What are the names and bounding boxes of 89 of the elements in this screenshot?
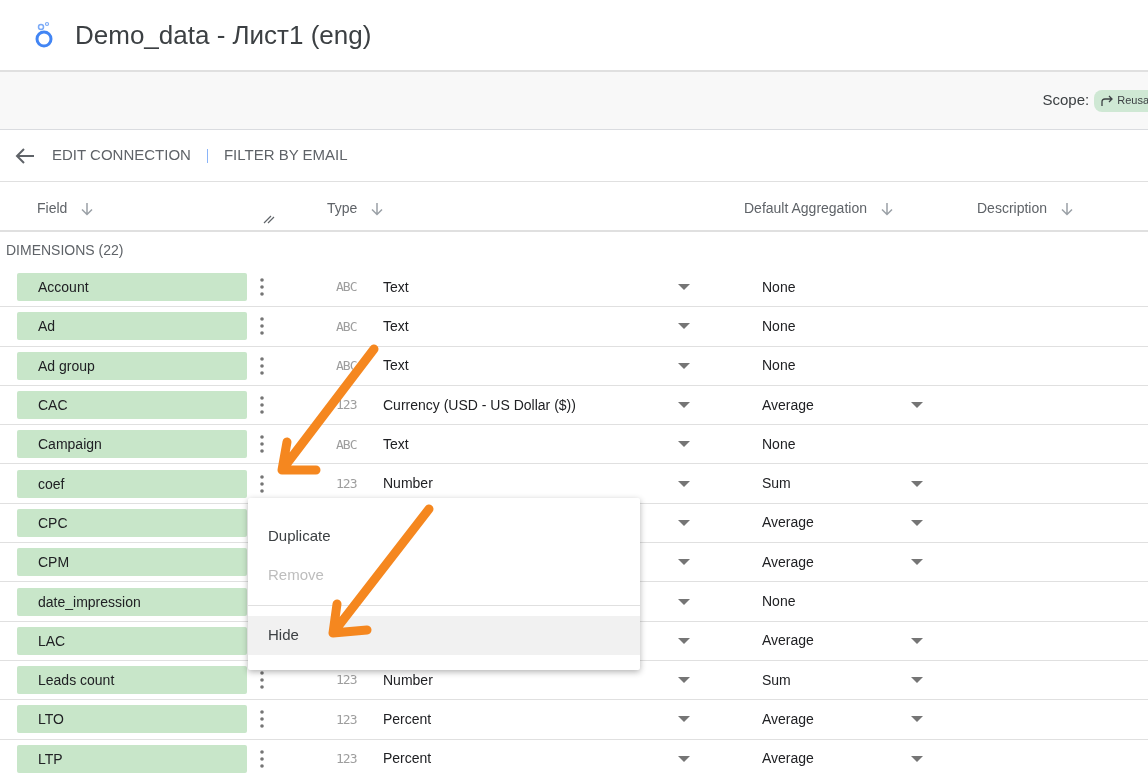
dropdown-caret-icon[interactable] — [911, 677, 923, 684]
more-options-icon[interactable] — [260, 709, 264, 730]
column-header[interactable]: Type — [327, 198, 358, 219]
type-icon: 123 — [336, 473, 357, 494]
aggregation-value: None — [762, 356, 796, 376]
aggregation-value: Sum — [762, 670, 791, 690]
more-options-icon[interactable] — [260, 316, 264, 337]
toolbar-link[interactable]: EDIT CONNECTION — [52, 144, 191, 167]
type-value: Text — [383, 316, 409, 336]
dropdown-caret-icon[interactable] — [678, 519, 690, 526]
field-chip[interactable]: Ad — [17, 312, 247, 341]
dropdown-caret-icon[interactable] — [678, 441, 690, 448]
dropdown-caret-icon[interactable] — [678, 402, 690, 409]
dropdown-caret-icon[interactable] — [911, 480, 923, 487]
menu-item[interactable]: Duplicate — [248, 517, 640, 556]
more-options-icon[interactable] — [260, 355, 264, 376]
aggregation-value: Average — [762, 513, 814, 533]
field-chip[interactable]: date_impression — [17, 587, 247, 616]
type-icon: 123 — [336, 748, 357, 769]
type-icon: 123 — [336, 709, 357, 730]
field-chip[interactable]: Campaign — [17, 430, 247, 459]
type-value: Percent — [383, 749, 432, 769]
field-chip[interactable]: Leads count — [17, 666, 247, 695]
dropdown-caret-icon[interactable] — [678, 716, 690, 723]
type-value: Text — [383, 356, 409, 376]
section-label: DIMENSIONS (22) — [6, 240, 124, 260]
dropdown-caret-icon[interactable] — [678, 598, 690, 605]
dropdown-caret-icon[interactable] — [678, 755, 690, 762]
field-chip[interactable]: CAC — [17, 391, 247, 420]
aggregation-value: Average — [762, 631, 814, 651]
resize-handle-icon[interactable] — [263, 214, 275, 224]
more-options-icon[interactable] — [260, 395, 264, 416]
type-value: Currency (USD - US Dollar ($)) — [383, 395, 576, 415]
dropdown-caret-icon[interactable] — [911, 559, 923, 566]
page-title: Demo_data - Лист1 (eng) — [75, 18, 372, 52]
dropdown-caret-icon[interactable] — [678, 559, 690, 566]
logo-icon — [33, 21, 55, 49]
type-value: Percent — [383, 709, 432, 729]
field-chip[interactable]: Account — [17, 273, 247, 302]
type-icon: 123 — [336, 670, 357, 690]
type-icon: ABC — [336, 356, 357, 376]
aggregation-value: Sum — [762, 474, 791, 494]
field-chip[interactable]: CPM — [17, 548, 247, 577]
field-chip[interactable]: LTO — [17, 705, 247, 734]
aggregation-value: Average — [762, 749, 814, 769]
field-chip[interactable]: LTP — [17, 744, 247, 773]
type-value: Number — [383, 670, 433, 690]
type-icon: 123 — [336, 395, 357, 415]
dropdown-caret-icon[interactable] — [678, 637, 690, 644]
column-header[interactable]: Description — [977, 198, 1048, 219]
dropdown-caret-icon[interactable] — [678, 284, 690, 291]
more-options-icon[interactable] — [260, 473, 264, 494]
field-chip[interactable]: LAC — [17, 626, 247, 655]
aggregation-value: None — [762, 316, 796, 336]
aggregation-value: None — [762, 592, 796, 611]
type-icon: ABC — [336, 316, 357, 337]
dropdown-caret-icon[interactable] — [911, 716, 923, 723]
more-options-icon[interactable] — [260, 434, 264, 455]
type-value: Number — [383, 474, 433, 494]
field-chip[interactable]: CPC — [17, 508, 247, 537]
share-arrow-icon — [1100, 94, 1115, 107]
dropdown-caret-icon[interactable] — [678, 323, 690, 330]
type-value: Text — [383, 434, 409, 454]
column-header[interactable]: Field — [37, 198, 68, 219]
dropdown-caret-icon[interactable] — [911, 637, 923, 644]
more-options-icon[interactable] — [260, 748, 264, 769]
aggregation-value: None — [762, 434, 796, 454]
dropdown-caret-icon[interactable] — [678, 362, 690, 369]
dropdown-caret-icon[interactable] — [911, 402, 923, 409]
more-options-icon[interactable] — [260, 277, 264, 298]
scope-label: Scope: — [1042, 90, 1090, 111]
aggregation-value: None — [762, 277, 796, 297]
more-options-icon[interactable] — [260, 670, 264, 691]
menu-item[interactable]: Hide — [248, 616, 640, 655]
sort-arrow-icon[interactable] — [879, 200, 895, 217]
field-chip[interactable]: coef — [17, 469, 247, 498]
toolbar-link[interactable]: FILTER BY EMAIL — [223, 144, 348, 167]
type-icon: ABC — [336, 434, 357, 455]
aggregation-value: Average — [762, 709, 814, 729]
dropdown-caret-icon[interactable] — [911, 755, 923, 762]
column-header[interactable]: Default Aggregation — [744, 198, 867, 219]
aggregation-value: Average — [762, 395, 814, 415]
dropdown-caret-icon[interactable] — [911, 519, 923, 526]
dropdown-caret-icon[interactable] — [678, 677, 690, 684]
aggregation-value: Average — [762, 552, 814, 572]
dropdown-caret-icon[interactable] — [678, 480, 690, 487]
type-icon: ABC — [336, 277, 357, 297]
field-chip[interactable]: Ad group — [17, 351, 247, 380]
type-value: Text — [383, 277, 409, 297]
